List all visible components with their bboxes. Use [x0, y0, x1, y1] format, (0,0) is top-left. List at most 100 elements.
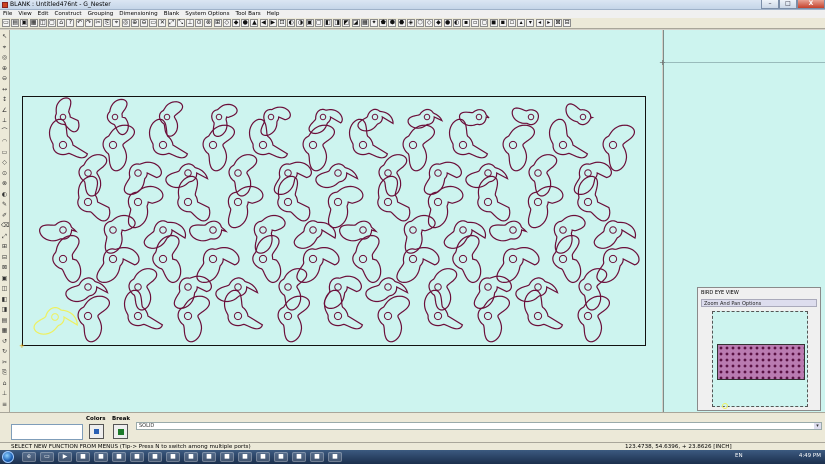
- nested-part[interactable]: [465, 163, 509, 189]
- toolbar-tool-icon[interactable]: ⌖: [112, 19, 121, 27]
- app-icon-7[interactable]: ■: [184, 452, 198, 462]
- toolbar-tool-icon[interactable]: ▦: [360, 19, 369, 27]
- toolbar-tool-icon[interactable]: ◎: [121, 19, 130, 27]
- toolbar-tool-icon[interactable]: ▭: [149, 19, 158, 27]
- left-tool-icon[interactable]: ⌂: [1, 380, 8, 387]
- left-tool-icon[interactable]: ⊖: [1, 75, 8, 82]
- nested-part[interactable]: [378, 154, 408, 197]
- nested-part[interactable]: [552, 234, 582, 284]
- nested-part[interactable]: [52, 234, 82, 284]
- maximize-button[interactable]: □: [779, 0, 797, 9]
- toolbar-tool-icon[interactable]: ◆: [232, 19, 240, 27]
- nested-part[interactable]: [511, 107, 539, 126]
- nested-part[interactable]: [278, 268, 308, 311]
- nested-part[interactable]: [327, 185, 364, 229]
- toolbar-tool-icon[interactable]: ▲: [250, 19, 259, 27]
- nested-part[interactable]: [215, 277, 259, 303]
- nested-part[interactable]: [596, 247, 640, 284]
- menu-dimensioning[interactable]: Dimensioning: [116, 10, 160, 18]
- nested-part[interactable]: [553, 214, 586, 254]
- left-tool-icon[interactable]: ▣: [1, 275, 8, 282]
- toolbar-tool-icon[interactable]: ◪: [351, 19, 360, 27]
- left-tool-icon[interactable]: ◎: [1, 54, 8, 61]
- app-icon-10[interactable]: ■: [238, 452, 252, 462]
- app-icon-4[interactable]: ■: [130, 452, 144, 462]
- toolbar-tool-icon[interactable]: ?: [66, 19, 75, 27]
- toolbar-tool-icon[interactable]: ⬢: [388, 19, 397, 27]
- nested-part[interactable]: [428, 268, 458, 311]
- nested-part[interactable]: [528, 154, 558, 197]
- toolbar-tool-icon[interactable]: ▭: [2, 19, 10, 27]
- toolbar-tool-icon[interactable]: ◈: [406, 19, 415, 27]
- nested-parts[interactable]: [23, 97, 647, 347]
- line-type-select[interactable]: SOLID ▾: [136, 422, 822, 430]
- zoom-pan-options[interactable]: Zoom And Pan Options: [701, 299, 817, 307]
- nested-part[interactable]: [248, 118, 289, 159]
- chevron-down-icon[interactable]: ▾: [814, 423, 821, 429]
- left-tool-icon[interactable]: ✎: [1, 201, 8, 208]
- nested-part[interactable]: [577, 295, 610, 343]
- toolbar-tool-icon[interactable]: ⊙: [195, 19, 204, 27]
- clock[interactable]: 4:49 PM: [799, 453, 821, 459]
- nested-part[interactable]: [458, 109, 490, 127]
- nested-part[interactable]: [502, 124, 535, 172]
- nested-part[interactable]: [527, 185, 564, 229]
- nested-part[interactable]: [228, 154, 258, 197]
- nested-part[interactable]: [377, 295, 410, 343]
- menu-blank[interactable]: Blank: [161, 10, 183, 18]
- toolbar-tool-icon[interactable]: ▶: [268, 19, 277, 27]
- nested-part[interactable]: [188, 220, 228, 242]
- language-indicator[interactable]: EN: [735, 453, 743, 459]
- left-tool-icon[interactable]: ⊞: [1, 243, 8, 250]
- toolbar-tool-icon[interactable]: ▸: [544, 19, 553, 27]
- nested-part[interactable]: [323, 275, 363, 309]
- menu-system-options[interactable]: System Options: [182, 10, 232, 18]
- blank-sheet[interactable]: [22, 96, 646, 346]
- left-tool-icon[interactable]: ↻: [1, 348, 8, 355]
- nested-part[interactable]: [78, 154, 108, 197]
- toolbar-tool-icon[interactable]: ●: [443, 19, 452, 27]
- toolbar-tool-icon[interactable]: ⊕: [130, 19, 139, 27]
- left-tool-icon[interactable]: ⊙: [1, 170, 8, 177]
- left-tool-icon[interactable]: ∠: [1, 107, 8, 114]
- folder-icon[interactable]: ▭: [40, 452, 54, 462]
- toolbar-tool-icon[interactable]: ◐: [452, 19, 461, 27]
- menu-grouping[interactable]: Grouping: [85, 10, 117, 18]
- app-icon-15[interactable]: ■: [328, 452, 342, 462]
- left-tool-icon[interactable]: ↺: [1, 338, 8, 345]
- left-tool-icon[interactable]: ◫: [1, 285, 8, 292]
- menu-file[interactable]: File: [0, 10, 15, 18]
- colors-button[interactable]: [89, 424, 104, 439]
- nested-part[interactable]: [423, 161, 463, 195]
- toolbar-tool-icon[interactable]: ◫: [38, 19, 47, 27]
- toolbar-tool-icon[interactable]: ⊗: [204, 19, 213, 27]
- toolbar-tool-icon[interactable]: ✦: [370, 19, 378, 27]
- toolbar-tool-icon[interactable]: ↷: [84, 19, 93, 27]
- nested-part[interactable]: [403, 214, 436, 254]
- nested-part[interactable]: [396, 247, 440, 284]
- toolbar-tool-icon[interactable]: ▾: [526, 19, 535, 27]
- nested-part[interactable]: [488, 220, 528, 242]
- nested-part[interactable]: [377, 175, 411, 222]
- nested-part[interactable]: [177, 175, 211, 222]
- toolbar-tool-icon[interactable]: ◻: [480, 19, 489, 27]
- nested-part[interactable]: [602, 124, 635, 172]
- nested-part[interactable]: [293, 220, 337, 249]
- nested-part[interactable]: [302, 124, 335, 172]
- toolbar-tool-icon[interactable]: ▦: [29, 19, 38, 27]
- left-tool-icon[interactable]: ↖: [1, 33, 8, 40]
- toolbar-tool-icon[interactable]: ✕: [158, 19, 167, 27]
- nested-part[interactable]: [158, 101, 184, 137]
- left-tool-icon[interactable]: ▤: [1, 317, 8, 324]
- nested-part[interactable]: [273, 161, 313, 195]
- nested-part[interactable]: [443, 220, 487, 249]
- nested-part[interactable]: [402, 124, 435, 172]
- left-tool-icon[interactable]: ≡: [1, 401, 8, 408]
- app-icon-6[interactable]: ■: [166, 452, 180, 462]
- left-tool-icon[interactable]: ⊟: [1, 254, 8, 261]
- nested-part[interactable]: [477, 295, 510, 343]
- left-tool-icon[interactable]: ↔: [1, 86, 8, 93]
- left-tool-icon[interactable]: ▭: [1, 149, 8, 156]
- nested-part[interactable]: [277, 295, 310, 343]
- toolbar-tool-icon[interactable]: ▣: [305, 19, 314, 27]
